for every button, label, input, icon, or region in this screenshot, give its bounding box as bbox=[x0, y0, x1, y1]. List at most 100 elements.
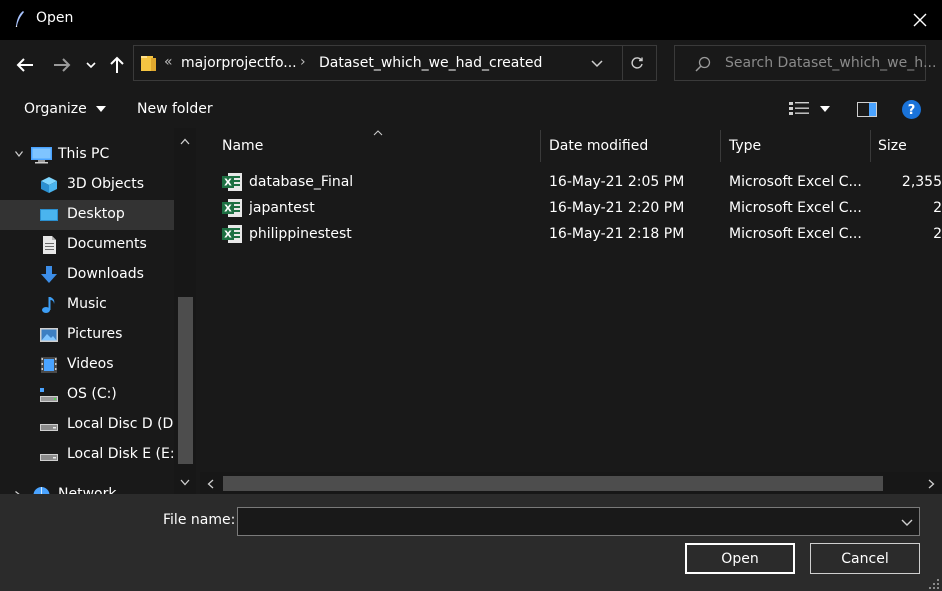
sidebar-item-videos[interactable]: Videos bbox=[0, 350, 174, 380]
sidebar-item-label: Local Disk E (E:) bbox=[67, 446, 181, 462]
help-icon[interactable]: ? bbox=[902, 100, 921, 119]
sidebar-item-desktop[interactable]: Desktop bbox=[0, 200, 174, 230]
file-type: Microsoft Excel C... bbox=[729, 174, 862, 190]
file-date: 16-May-21 2:05 PM bbox=[549, 174, 685, 190]
sidebar-item-os-c[interactable]: OS (C:) bbox=[0, 380, 174, 410]
sidebar-item-network[interactable]: Network bbox=[0, 480, 174, 494]
up-button[interactable] bbox=[106, 54, 128, 76]
resize-grip-icon[interactable] bbox=[928, 578, 940, 590]
breadcrumb-item-parent[interactable]: majorprojectfo... bbox=[181, 55, 297, 71]
file-name: database_Final bbox=[249, 174, 354, 190]
new-folder-button[interactable]: New folder bbox=[137, 101, 213, 117]
sidebar-item-local-disc-d[interactable]: Local Disc D (D:) bbox=[0, 410, 184, 440]
refresh-icon[interactable] bbox=[630, 56, 644, 70]
search-box[interactable]: Search Dataset_which_we_h... bbox=[674, 45, 936, 81]
close-button[interactable] bbox=[898, 0, 942, 40]
address-divider bbox=[622, 46, 623, 80]
excel-file-icon: X bbox=[222, 199, 242, 217]
navigation-pane: This PC 3D Objects Desktop Documents Dow… bbox=[0, 128, 196, 494]
cancel-button[interactable]: Cancel bbox=[810, 543, 920, 574]
back-button[interactable] bbox=[14, 54, 36, 76]
file-name-input[interactable] bbox=[237, 507, 920, 536]
sidebar-item-this-pc[interactable]: This PC bbox=[0, 140, 174, 170]
file-list-scrollbar-thumb[interactable] bbox=[223, 476, 883, 491]
sidebar-item-label: Documents bbox=[67, 236, 147, 252]
organize-label: Organize bbox=[24, 101, 87, 117]
sidebar-item-label: Videos bbox=[67, 356, 114, 372]
chevron-down-icon bbox=[86, 62, 96, 69]
view-details-icon[interactable] bbox=[789, 102, 809, 116]
toolbar: Organize New folder ? bbox=[0, 90, 942, 128]
chevron-down-icon[interactable] bbox=[15, 151, 23, 157]
title-bar: Open bbox=[0, 0, 942, 40]
sort-ascending-icon bbox=[373, 130, 383, 136]
column-header-type[interactable]: Type bbox=[729, 138, 761, 154]
sidebar-item-label: Pictures bbox=[67, 326, 123, 342]
network-icon bbox=[33, 487, 50, 494]
excel-file-icon: X bbox=[222, 225, 242, 243]
search-input[interactable]: Search Dataset_which_we_h... bbox=[725, 55, 936, 71]
folder-icon bbox=[141, 56, 156, 71]
documents-icon bbox=[43, 236, 56, 254]
videos-icon bbox=[41, 357, 57, 373]
breadcrumb-overflow[interactable]: « bbox=[164, 54, 173, 70]
sidebar-item-music[interactable]: Music bbox=[0, 290, 174, 320]
breadcrumb-separator[interactable]: › bbox=[300, 54, 306, 70]
chevron-down-icon[interactable] bbox=[900, 515, 914, 529]
scroll-down-icon[interactable] bbox=[180, 479, 190, 486]
arrow-up-icon bbox=[110, 56, 124, 73]
svg-text:?: ? bbox=[908, 103, 916, 118]
scroll-up-icon[interactable] bbox=[180, 138, 190, 145]
arrow-right-icon bbox=[54, 58, 71, 72]
sidebar-item-label: 3D Objects bbox=[67, 176, 145, 192]
chevron-down-icon[interactable] bbox=[591, 59, 603, 68]
table-row[interactable]: X database_Final 16-May-21 2:05 PM Micro… bbox=[200, 170, 942, 196]
sidebar-item-3d-objects[interactable]: 3D Objects bbox=[0, 170, 174, 200]
open-button[interactable]: Open bbox=[685, 543, 795, 574]
sidebar-item-documents[interactable]: Documents bbox=[0, 230, 174, 260]
sidebar-item-downloads[interactable]: Downloads bbox=[0, 260, 174, 290]
file-date: 16-May-21 2:20 PM bbox=[549, 200, 685, 216]
address-bar[interactable]: « majorprojectfo... › Dataset_which_we_h… bbox=[133, 45, 657, 81]
svg-text:X: X bbox=[224, 178, 232, 189]
column-divider[interactable] bbox=[540, 130, 541, 162]
breadcrumb-item-current[interactable]: Dataset_which_we_had_created bbox=[319, 55, 542, 71]
downloads-icon bbox=[41, 266, 57, 283]
recent-locations-button[interactable] bbox=[80, 54, 102, 76]
sidebar-scrollbar-thumb[interactable] bbox=[178, 297, 193, 464]
preview-pane-icon[interactable] bbox=[857, 102, 877, 117]
forward-button[interactable] bbox=[51, 54, 73, 76]
file-name: japantest bbox=[249, 200, 315, 216]
scroll-right-icon[interactable] bbox=[928, 479, 935, 489]
column-header-size[interactable]: Size bbox=[878, 138, 907, 154]
file-name: philippinestest bbox=[249, 226, 352, 242]
excel-file-icon: X bbox=[222, 173, 242, 191]
sidebar-item-label: Music bbox=[67, 296, 107, 312]
column-divider[interactable] bbox=[870, 130, 871, 162]
sidebar-item-label: OS (C:) bbox=[67, 386, 117, 402]
file-date: 16-May-21 2:18 PM bbox=[549, 226, 685, 242]
file-size: 2 bbox=[933, 226, 942, 242]
search-icon bbox=[695, 56, 711, 72]
sidebar-item-local-disk-e[interactable]: Local Disk E (E:) bbox=[0, 440, 180, 470]
caret-down-icon[interactable] bbox=[820, 106, 830, 112]
column-header-name[interactable]: Name bbox=[222, 138, 263, 154]
scroll-left-icon[interactable] bbox=[207, 479, 214, 489]
column-header-date-modified[interactable]: Date modified bbox=[549, 138, 648, 154]
caret-down-icon bbox=[96, 106, 107, 112]
file-list: Name Date modified Type Size X database_… bbox=[200, 128, 942, 494]
column-divider[interactable] bbox=[720, 130, 721, 162]
desktop-icon bbox=[40, 209, 58, 221]
table-row[interactable]: X philippinestest 16-May-21 2:18 PM Micr… bbox=[200, 222, 942, 248]
svg-text:X: X bbox=[224, 230, 232, 241]
file-type: Microsoft Excel C... bbox=[729, 200, 862, 216]
sidebar-item-pictures[interactable]: Pictures bbox=[0, 320, 174, 350]
arrow-left-icon bbox=[16, 58, 33, 72]
organize-button[interactable]: Organize bbox=[24, 101, 107, 117]
file-size: 2,355 bbox=[901, 174, 942, 190]
sidebar-item-label: Local Disc D (D:) bbox=[67, 416, 184, 432]
window-title: Open bbox=[36, 10, 74, 26]
svg-text:X: X bbox=[224, 204, 232, 215]
sidebar-item-label: Downloads bbox=[67, 266, 144, 282]
table-row[interactable]: X japantest 16-May-21 2:20 PM Microsoft … bbox=[200, 196, 942, 222]
